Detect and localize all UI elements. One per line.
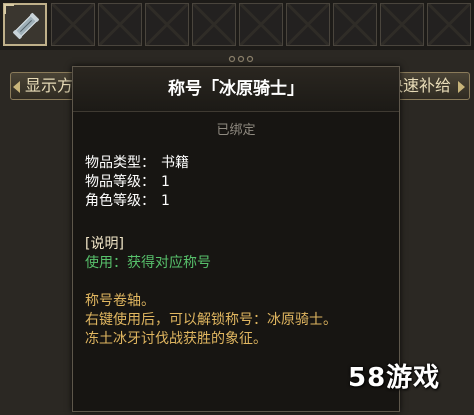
item-level-row: 物品等级： 1 — [85, 173, 399, 192]
slot-8[interactable] — [333, 3, 377, 46]
slot-9[interactable] — [380, 3, 424, 46]
desc-line-3: 冻土冰牙讨伐战获胜的象征。 — [85, 331, 267, 347]
desc-line-1: 称号卷轴。 — [85, 293, 155, 309]
tooltip-title: 称号「冰原骑士」 — [73, 67, 399, 112]
item-type-row: 物品类型： 书籍 — [85, 154, 399, 173]
item-type-value: 书籍 — [161, 155, 189, 171]
slot-4[interactable] — [145, 3, 189, 46]
slot-1[interactable] — [3, 3, 47, 46]
display-mode-label: 显示方 — [25, 76, 74, 95]
role-level-label: 角色等级： — [85, 193, 155, 209]
slot-6[interactable] — [239, 3, 283, 46]
item-type-label: 物品类型： — [85, 155, 155, 171]
item-level-label: 物品等级： — [85, 174, 155, 190]
divider-ornament — [228, 55, 254, 63]
bound-status: 已绑定 — [216, 123, 256, 138]
role-level-row: 角色等级： 1 — [85, 192, 399, 211]
slot-2[interactable] — [51, 3, 95, 46]
quick-slot-bar — [0, 0, 474, 50]
desc-line-2: 右键使用后，可以解锁称号：冰原骑士。 — [85, 312, 337, 328]
slot-5[interactable] — [192, 3, 236, 46]
item-stats: 物品类型： 书籍 物品等级： 1 角色等级： 1 — [85, 154, 399, 211]
watermark: 58游戏 — [348, 363, 441, 393]
section-title: [说明] — [85, 236, 124, 252]
slot-3[interactable] — [98, 3, 142, 46]
slot-7[interactable] — [286, 3, 330, 46]
use-effect: 使用：获得对应称号 — [85, 255, 211, 271]
slot-10[interactable] — [427, 3, 471, 46]
description-section: [说明] 使用：获得对应称号 — [85, 235, 399, 273]
item-level-value: 1 — [161, 174, 170, 190]
scroll-icon — [12, 12, 40, 40]
flavor-text: 称号卷轴。 右键使用后，可以解锁称号：冰原骑士。 冻土冰牙讨伐战获胜的象征。 — [85, 292, 399, 349]
role-level-value: 1 — [161, 193, 170, 209]
